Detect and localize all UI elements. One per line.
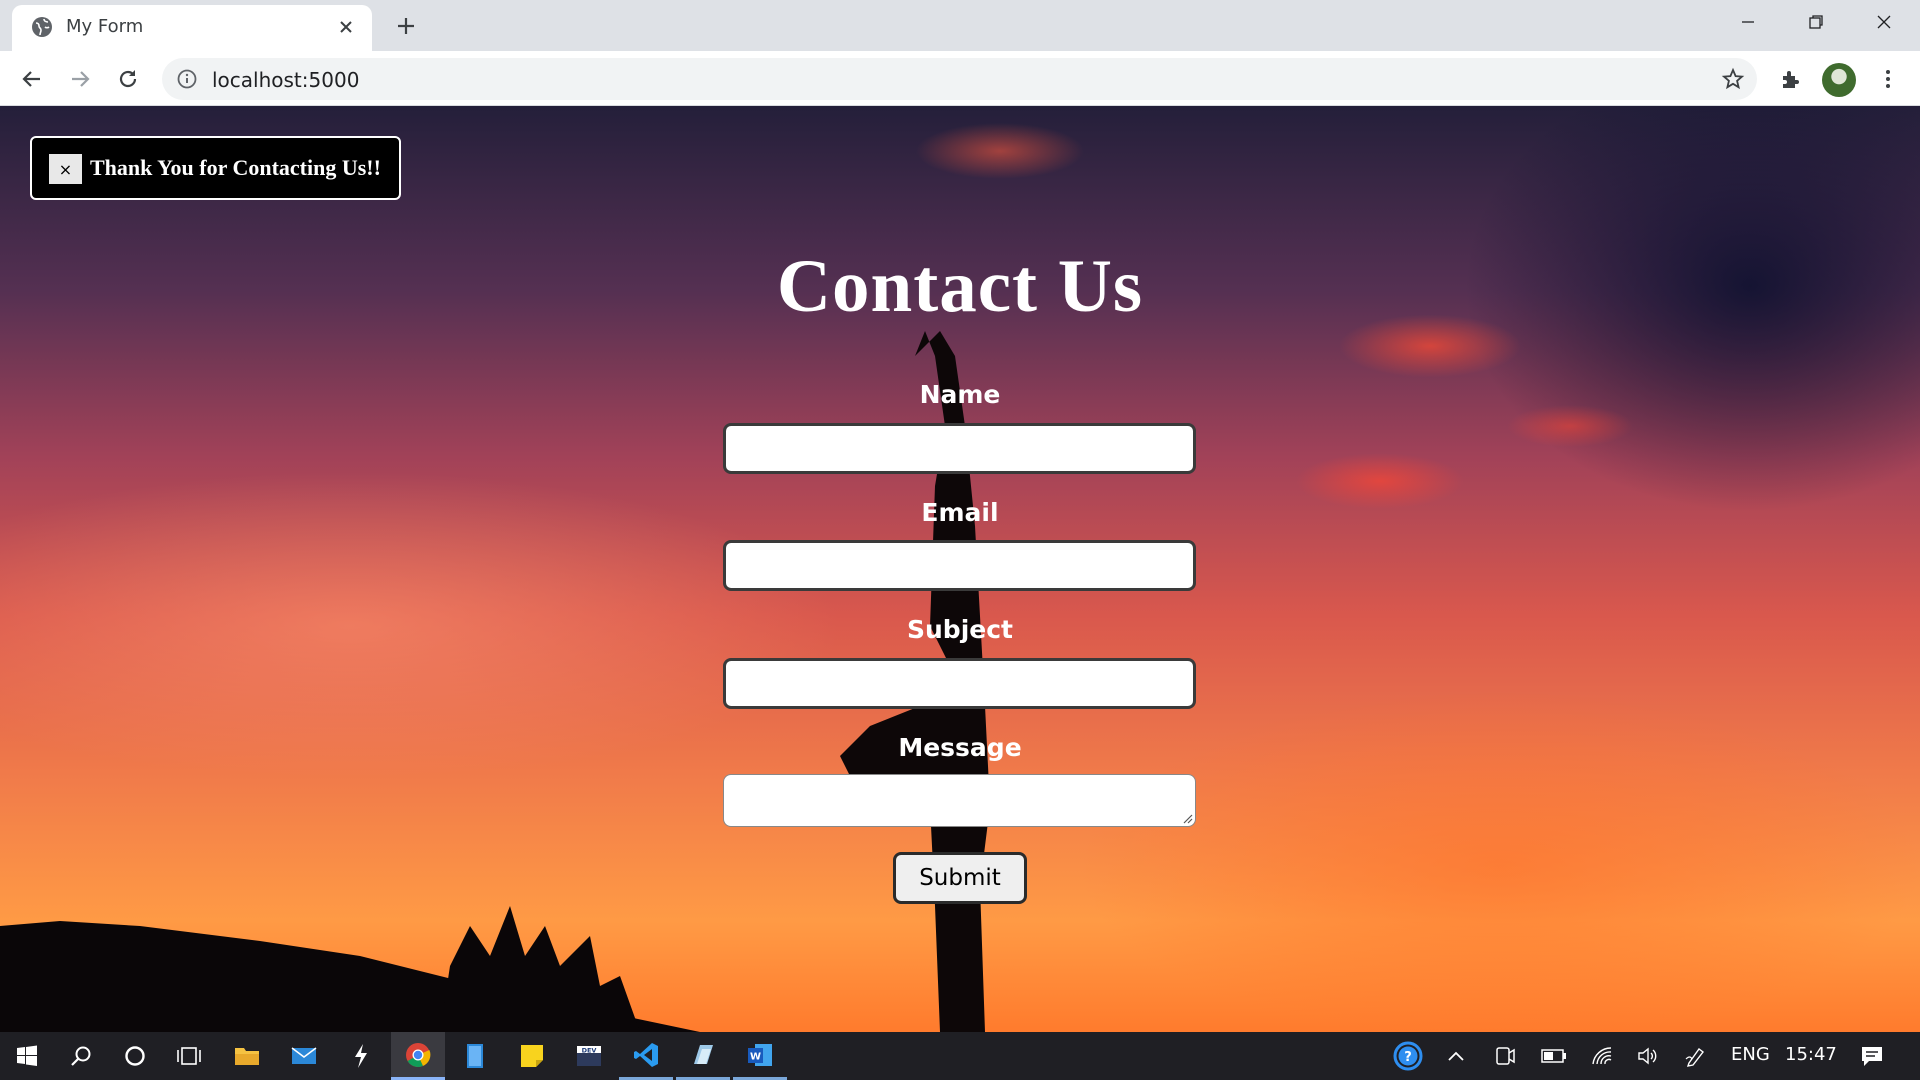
wifi-icon[interactable] [1580,1032,1624,1080]
name-label: Name [919,380,1001,409]
start-icon[interactable] [0,1032,54,1080]
url-text: localhost:5000 [212,68,360,92]
back-icon[interactable] [14,61,50,97]
browser-titlebar: My Form [0,0,1920,51]
task-view-icon[interactable] [162,1032,216,1080]
windows-taskbar: DEV W ? ENG 15:47 [0,1032,1920,1080]
email-field[interactable] [723,540,1196,591]
file-explorer-icon[interactable] [220,1032,274,1080]
word-icon[interactable]: W [733,1032,787,1080]
chrome-icon[interactable] [391,1032,445,1080]
subject-field[interactable] [723,658,1196,709]
email-label: Email [921,498,999,527]
battery-icon[interactable] [1530,1032,1578,1080]
globe-icon [32,17,52,37]
reload-icon[interactable] [110,61,146,97]
search-icon[interactable] [54,1032,108,1080]
toast-close-button[interactable]: × [49,154,82,184]
sticky-notes-icon[interactable] [505,1032,559,1080]
name-field[interactable] [723,423,1196,474]
menu-kebab-icon[interactable] [1870,61,1906,97]
info-icon[interactable] [176,68,198,90]
notepad-icon[interactable] [448,1032,502,1080]
clock-time[interactable]: 15:47 [1785,1044,1837,1065]
message-textarea[interactable] [723,774,1196,827]
close-window-icon[interactable] [1850,0,1918,44]
message-label: Message [898,733,1022,762]
subject-label: Subject [907,615,1013,644]
volume-icon[interactable] [1626,1032,1670,1080]
language-indicator[interactable]: ENG [1731,1044,1770,1065]
vscode-icon[interactable] [619,1032,673,1080]
svg-text:?: ? [1404,1050,1412,1065]
restore-icon[interactable] [1782,0,1850,44]
svg-text:DEV: DEV [582,1047,597,1055]
help-icon[interactable]: ? [1384,1032,1432,1080]
minimize-icon[interactable] [1714,0,1782,44]
app-bolt-icon[interactable] [334,1032,388,1080]
bookmark-star-icon[interactable] [1721,67,1745,91]
extensions-icon[interactable] [1772,61,1808,97]
forward-icon[interactable] [62,61,98,97]
profile-avatar[interactable] [1822,63,1856,97]
toast-message: Thank You for Contacting Us!! [90,155,381,180]
browser-toolbar: localhost:5000 [0,51,1920,106]
meet-now-icon[interactable] [1483,1032,1527,1080]
submit-button[interactable]: Submit [893,852,1027,904]
app-paper-icon[interactable] [676,1032,730,1080]
address-bar[interactable]: localhost:5000 [162,58,1757,100]
page-title: Contact Us [776,245,1144,328]
tab-close-icon[interactable] [332,13,360,41]
dev-app-icon[interactable]: DEV [562,1032,616,1080]
notifications-icon[interactable] [1848,1032,1896,1080]
mail-icon[interactable] [277,1032,331,1080]
pen-icon[interactable] [1674,1032,1718,1080]
svg-text:W: W [750,1051,761,1062]
resize-handle-icon[interactable] [1181,812,1193,824]
chevron-up-icon[interactable] [1434,1032,1478,1080]
page-content: × Thank You for Contacting Us!! Contact … [0,106,1920,1032]
new-tab-icon[interactable] [390,10,422,42]
thank-you-toast: × Thank You for Contacting Us!! [30,136,401,200]
browser-tab[interactable]: My Form [12,5,372,51]
tab-title: My Form [66,16,144,37]
cortana-icon[interactable] [108,1032,162,1080]
